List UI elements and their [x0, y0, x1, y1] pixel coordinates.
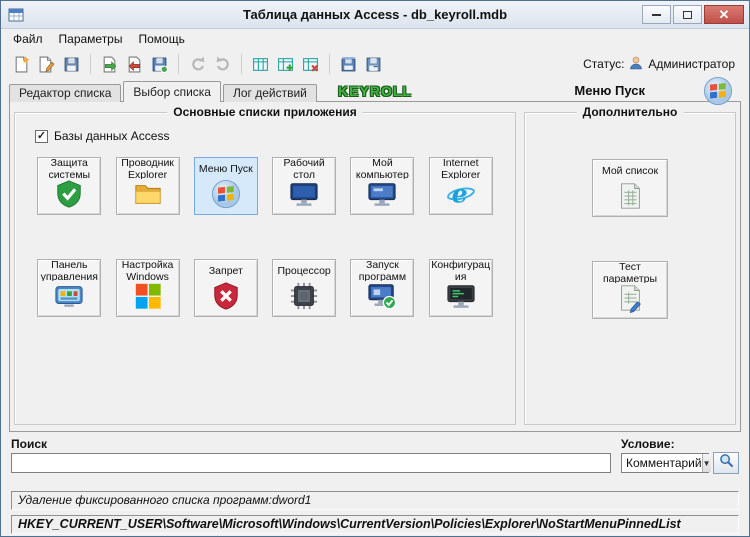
toolbar-separator — [241, 54, 242, 74]
tile-control-panel[interactable]: Панель управления — [37, 259, 102, 317]
toolbar-separator — [90, 54, 91, 74]
new-document-button[interactable] — [9, 52, 34, 77]
tab-list-editor[interactable]: Редактор списка — [9, 84, 122, 102]
computer-icon — [367, 179, 397, 214]
checkbox-checked-icon[interactable] — [35, 129, 48, 143]
tile-start-menu[interactable]: Меню Пуск — [193, 157, 258, 215]
extra-group-title: Дополнительно — [576, 105, 684, 119]
internet-explorer-icon: e — [446, 178, 476, 214]
save-colored-button[interactable] — [147, 52, 172, 77]
app-icon[interactable] — [8, 7, 24, 23]
status-bar-registry-path: HKEY_CURRENT_USER\Software\Microsoft\Win… — [11, 515, 739, 534]
minimize-icon — [652, 13, 661, 16]
condition-select[interactable]: Комментарий ▼ — [621, 453, 711, 473]
tile-program-launch[interactable]: Запуск программ — [350, 259, 415, 317]
tile-test-parameters[interactable]: Тест параметры — [592, 261, 668, 319]
menu-help[interactable]: Помощь — [130, 30, 192, 48]
status-label: Статус: — [583, 57, 625, 71]
close-button[interactable]: ✕ — [704, 5, 744, 24]
list-table-button[interactable] — [248, 52, 273, 77]
selection-title: Меню Пуск — [574, 83, 645, 98]
import-document-button[interactable] — [122, 52, 147, 77]
search-icon — [719, 453, 734, 473]
tile-processor[interactable]: Процессор — [272, 259, 337, 317]
title-bar: Таблица данных Access - db_keyroll.mdb ✕ — [1, 1, 749, 29]
tile-internet-explorer[interactable]: Internet Explorer e — [428, 157, 493, 215]
tab-action-log[interactable]: Лог действий — [222, 84, 317, 102]
window-controls: ✕ — [642, 5, 749, 24]
main-group-title: Основные списки приложения — [167, 105, 363, 119]
search-input[interactable] — [11, 453, 611, 473]
status-user: Администратор — [648, 57, 735, 71]
menu-bar: Файл Параметры Помощь — [1, 29, 749, 48]
tile-my-list[interactable]: Мой список — [592, 159, 668, 217]
tab-bar: Редактор списка Выбор списка Лог действи… — [9, 76, 741, 106]
condition-label: Условие: — [621, 437, 675, 451]
spreadsheet-icon — [615, 181, 645, 216]
redo-button[interactable] — [210, 52, 235, 77]
tab-list-selection[interactable]: Выбор списка — [123, 81, 221, 102]
extra-group: Дополнительно Мой список Тест параметры — [524, 105, 736, 425]
tile-desktop[interactable]: Рабочий стол — [272, 157, 337, 215]
minimize-button[interactable] — [642, 5, 671, 24]
tile-ban[interactable]: Запрет — [193, 259, 258, 317]
folder-icon — [133, 179, 163, 214]
undo-button[interactable] — [185, 52, 210, 77]
search-button[interactable] — [713, 452, 739, 474]
status-area: Статус: Администратор — [583, 56, 741, 73]
monitor-icon — [289, 179, 319, 214]
shield-x-icon — [211, 281, 241, 316]
windows-orb-button[interactable] — [703, 76, 733, 106]
access-db-checkbox-row[interactable]: Базы данных Access — [35, 129, 507, 143]
tab-panel: Основные списки приложения Базы данных A… — [9, 101, 741, 432]
tile-explorer[interactable]: Проводник Explorer — [115, 157, 180, 215]
list-table-remove-button[interactable] — [298, 52, 323, 77]
app-window: Таблица данных Access - db_keyroll.mdb ✕… — [0, 0, 750, 537]
user-icon — [629, 56, 643, 73]
window-title: Таблица данных Access - db_keyroll.mdb — [242, 7, 508, 22]
shield-check-icon — [54, 179, 84, 214]
list-table-add-button[interactable] — [273, 52, 298, 77]
menu-file[interactable]: Файл — [5, 30, 51, 48]
main-lists-group: Основные списки приложения Базы данных A… — [14, 105, 516, 425]
status-bar-description: Удаление фиксированного списка программ:… — [11, 491, 739, 510]
search-section: Поиск Условие: Комментарий ▼ — [11, 437, 739, 481]
monitor-config-icon — [446, 281, 476, 316]
tile-windows-setup[interactable]: Настройка Windows — [115, 259, 180, 317]
windows-orb-icon — [211, 179, 241, 214]
cpu-icon — [289, 281, 319, 316]
database-save-alt-button[interactable] — [361, 52, 386, 77]
menu-parameters[interactable]: Параметры — [51, 30, 131, 48]
tile-configuration[interactable]: Конфигурация — [428, 259, 493, 317]
monitor-check-icon — [367, 281, 397, 316]
toolbar: Статус: Администратор — [1, 48, 749, 80]
access-db-checkbox-label: Базы данных Access — [54, 129, 170, 143]
windows-squares-icon — [133, 281, 163, 316]
save-document-button[interactable] — [59, 52, 84, 77]
toolbar-separator — [329, 54, 330, 74]
export-document-button[interactable] — [97, 52, 122, 77]
tile-system-protection[interactable]: Защита системы — [37, 157, 102, 215]
close-icon: ✕ — [718, 7, 730, 22]
maximize-button[interactable] — [673, 5, 702, 24]
maximize-icon — [683, 10, 692, 19]
tile-my-computer[interactable]: Мой компьютер — [350, 157, 415, 215]
svg-text:e: e — [451, 179, 467, 208]
app-list-grid: Защита системы Проводник Explorer Меню П… — [23, 157, 507, 317]
database-save-button[interactable] — [336, 52, 361, 77]
spreadsheet-params-icon — [615, 283, 645, 318]
control-panel-icon — [54, 281, 84, 316]
edit-document-button[interactable] — [34, 52, 59, 77]
condition-value: Комментарий — [626, 456, 702, 470]
toolbar-separator — [178, 54, 179, 74]
chevron-down-icon[interactable]: ▼ — [701, 454, 711, 472]
